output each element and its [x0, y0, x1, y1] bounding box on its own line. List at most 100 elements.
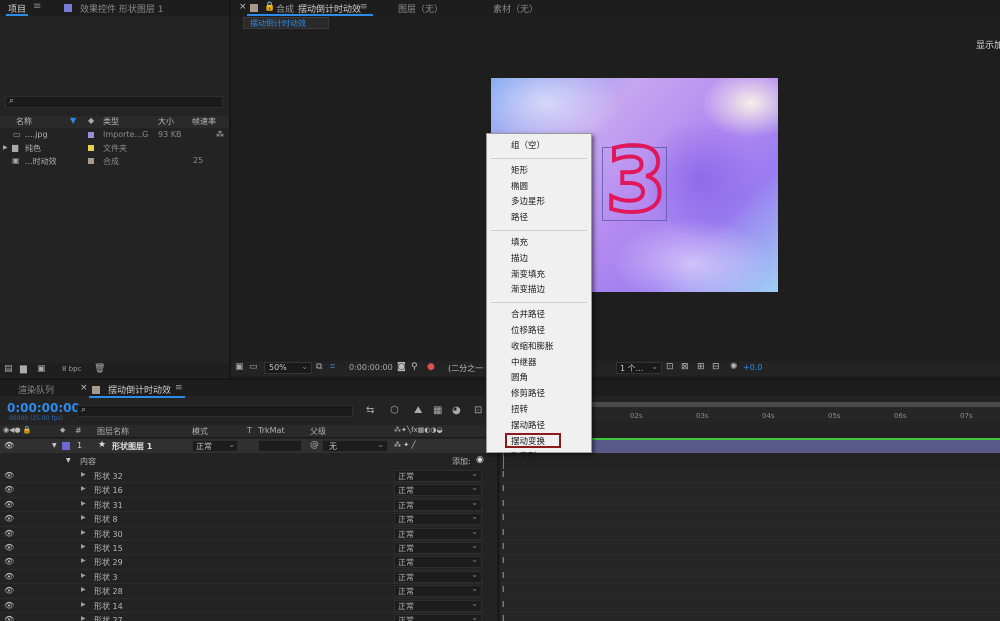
flowchart-icon[interactable]: ⊟ — [712, 362, 720, 372]
menu-item[interactable]: 填充 — [511, 236, 528, 248]
menu-item[interactable]: 摆动路径 — [511, 419, 545, 431]
col-size[interactable]: 大小 — [158, 116, 174, 127]
eye-icon[interactable]: 👁 — [4, 529, 14, 538]
shape-name[interactable]: 形状 14 — [94, 601, 123, 612]
track-row[interactable]: I — [500, 469, 1000, 484]
blend-mode-select[interactable]: 正常 — [394, 541, 482, 554]
expand-arrow-icon[interactable]: ▶ — [81, 485, 86, 492]
shape-name[interactable]: 形状 27 — [94, 615, 123, 621]
shape-row[interactable]: 👁 ▶ 形状 3 正常 — [0, 570, 485, 585]
blend-mode-select[interactable]: 正常 — [394, 469, 482, 482]
frame-blending-icon[interactable]: ▦ — [433, 405, 442, 416]
layer-label-swatch[interactable] — [62, 442, 70, 450]
track-row[interactable]: I — [500, 613, 1000, 621]
blend-mode-select[interactable]: 正常 — [394, 527, 482, 540]
lock-icon[interactable]: 🔒 — [264, 2, 275, 12]
menu-item[interactable]: 多边星形 — [511, 195, 545, 207]
contents-row[interactable]: ▼ 内容 添加: ◉ — [0, 454, 497, 468]
menu-item[interactable]: 圆角 — [511, 371, 528, 383]
col-type[interactable]: 类型 — [103, 116, 119, 127]
views-select[interactable]: 1 个... ⌄ — [616, 362, 662, 374]
viewer-timecode[interactable]: 0:00:00:00 — [349, 363, 393, 372]
list-item[interactable]: ▭ ....jpg Importe...G 93 KB ⁂ — [0, 129, 228, 142]
shape-row[interactable]: 👁 ▶ 形状 31 正常 — [0, 498, 485, 513]
menu-item[interactable]: 渐变描边 — [511, 283, 545, 295]
add-button-icon[interactable]: ◉ — [476, 455, 484, 465]
blend-mode-select[interactable]: 正常 — [394, 584, 482, 598]
shape-row[interactable]: 👁 ▶ 形状 15 正常 — [0, 541, 485, 556]
resolution-select[interactable]: (二分之一 — [448, 363, 483, 374]
layer-switches[interactable]: ⁂ ✦ ╱ — [394, 441, 416, 449]
interpret-footage-icon[interactable]: ▤ — [4, 364, 13, 374]
motion-blur-icon[interactable]: ◕ — [452, 405, 461, 416]
trkmat-select[interactable] — [258, 440, 302, 452]
expand-arrow-icon[interactable]: ▶ — [81, 557, 86, 564]
blend-mode-select[interactable]: 正常 — [394, 483, 482, 497]
col-name[interactable]: 名称 — [16, 116, 32, 127]
composition-flowchart-icon[interactable]: ⇆ — [366, 405, 374, 416]
expand-arrow-icon[interactable]: ▶ — [81, 471, 86, 478]
eye-icon[interactable]: 👁 — [4, 601, 14, 610]
menu-item[interactable]: 合并路径 — [511, 308, 545, 320]
shape-name[interactable]: 形状 3 — [94, 572, 118, 583]
collapse-arrow-icon[interactable]: ▼ — [66, 457, 71, 464]
eye-icon[interactable]: 👁 — [4, 485, 14, 494]
expand-arrow-icon[interactable]: ▶ — [81, 572, 86, 579]
shape-row[interactable]: 👁 ▶ 形状 29 正常 — [0, 555, 485, 570]
eye-icon[interactable]: 👁 — [4, 500, 14, 509]
eye-icon[interactable]: 👁 — [4, 471, 14, 480]
search-input[interactable] — [5, 96, 223, 108]
blend-mode-select[interactable]: 正常 — [394, 512, 482, 526]
expand-arrow-icon[interactable]: ▶ — [81, 601, 86, 608]
new-comp-icon[interactable]: ▣ — [37, 364, 46, 374]
bpc-label[interactable]: 8 bpc — [62, 365, 81, 373]
shape-name[interactable]: 形状 31 — [94, 500, 123, 511]
col-framerate[interactable]: 帧速率 — [192, 116, 216, 127]
shape-row[interactable]: 👁 ▶ 形状 14 正常 — [0, 599, 485, 613]
layer-name[interactable]: 形状图层 1 — [112, 441, 152, 452]
menu-item[interactable]: 渐变填充 — [511, 268, 545, 280]
eye-icon[interactable]: 👁 — [4, 514, 14, 523]
eye-icon[interactable]: 👁 — [4, 543, 14, 552]
timeline-icon[interactable]: ⊞ — [697, 362, 705, 372]
tab-footage[interactable]: 素材（无） — [493, 2, 538, 15]
col-trkmat[interactable]: TrkMat — [258, 426, 285, 435]
menu-item[interactable]: 矩形 — [511, 164, 528, 176]
track-row[interactable]: I — [500, 483, 1000, 498]
monitor-icon[interactable]: ▭ — [249, 362, 258, 372]
tab-timeline-comp[interactable]: 摆动倒计时动效 — [108, 383, 171, 396]
region-icon[interactable]: ⧉ — [316, 362, 322, 372]
menu-item[interactable]: Z 字形 — [511, 450, 537, 462]
close-icon[interactable]: × — [80, 383, 88, 393]
graph-editor-icon[interactable]: ⊡ — [474, 405, 482, 416]
menu-item[interactable]: 收缩和膨胀 — [511, 340, 554, 352]
eye-icon[interactable]: 👁 — [4, 615, 14, 621]
comp-subtab[interactable]: 摆动倒计时动效 — [243, 17, 329, 29]
expand-arrow-icon[interactable]: ▶ — [81, 500, 86, 507]
menu-item[interactable]: 中继器 — [511, 356, 537, 368]
shy-icon[interactable]: ⛰ — [414, 405, 422, 416]
color-channels-icon[interactable]: ● — [427, 362, 435, 372]
shape-row[interactable]: 👁 ▶ 形状 32 正常 — [0, 469, 485, 484]
col-layer-name[interactable]: 图层名称 — [97, 426, 129, 437]
menu-item[interactable]: 描边 — [511, 252, 528, 264]
list-item[interactable]: ▶ ▆ 纯色 文件夹 — [0, 142, 228, 155]
layer-mode-select[interactable]: 正常 ⌄ — [192, 440, 238, 452]
fast-preview-icon[interactable]: ⊠ — [681, 362, 689, 372]
blend-mode-select[interactable]: 正常 — [394, 570, 482, 583]
shape-name[interactable]: 形状 15 — [94, 543, 123, 554]
menu-item[interactable]: 路径 — [511, 211, 528, 223]
close-icon[interactable]: × — [239, 2, 247, 12]
track-row[interactable]: I — [500, 526, 1000, 541]
tab-render-queue[interactable]: 渲染队列 — [18, 383, 54, 396]
shape-name[interactable]: 形状 8 — [94, 514, 118, 525]
menu-item[interactable]: 组（空） — [511, 139, 545, 151]
menu-icon[interactable]: ≡ — [33, 1, 41, 12]
snapshot-icon[interactable]: ⚲ — [411, 362, 418, 372]
track-row[interactable]: I — [500, 512, 1000, 527]
trash-icon[interactable]: 🗑 — [94, 364, 105, 374]
tab-layer[interactable]: 图层（无） — [398, 2, 443, 15]
eye-icon[interactable]: 👁 — [4, 557, 14, 566]
exposure-value[interactable]: +0.0 — [743, 363, 762, 372]
shape-name[interactable]: 形状 28 — [94, 586, 123, 597]
